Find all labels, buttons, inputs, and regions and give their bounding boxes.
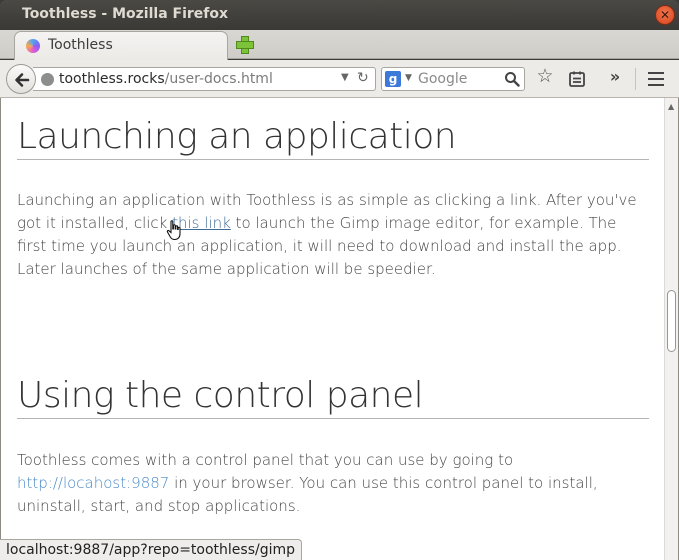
url-domain: toothless.rocks	[59, 71, 165, 87]
reload-icon[interactable]: ↻	[357, 70, 369, 86]
new-tab-plus-icon[interactable]	[236, 36, 254, 54]
google-icon[interactable]: g	[385, 71, 401, 87]
back-button[interactable]	[6, 64, 36, 94]
hand-pointer-cursor-icon	[166, 220, 181, 241]
heading-using-the-control-panel: Using the control panel	[17, 375, 649, 419]
url-history-dropdown-icon[interactable]: ▼	[341, 72, 349, 83]
globe-icon	[41, 73, 54, 86]
page-content: Launching an application Launching an ap…	[0, 98, 679, 560]
scroll-up-arrow-icon[interactable]: ▲	[668, 102, 674, 111]
url-bar[interactable]: toothless.rocks/user-docs.html ▼ ↻	[33, 67, 376, 91]
heading-launching-an-application: Launching an application	[17, 116, 649, 160]
url-path: /user-docs.html	[164, 71, 273, 87]
url-text[interactable]: toothless.rocks/user-docs.html	[59, 71, 273, 87]
tab-strip: Toothless	[0, 30, 679, 60]
back-arrow-icon	[15, 73, 30, 87]
bookmark-star-icon[interactable]: ☆	[535, 66, 555, 86]
hamburger-menu-icon[interactable]	[647, 69, 667, 89]
window-close-button[interactable]: ✕	[655, 5, 675, 25]
search-icon[interactable]	[504, 71, 520, 87]
overflow-chevron-icon[interactable]: »	[605, 67, 625, 87]
search-placeholder[interactable]: Google	[418, 71, 467, 87]
tab-label: Toothless	[48, 37, 113, 53]
para2-text-before: Toothless comes with a control panel tha…	[17, 451, 514, 469]
paragraph-control-panel: Toothless comes with a control panel tha…	[17, 449, 649, 518]
paragraph-launching: Launching an application with Toothless …	[17, 189, 649, 281]
window-titlebar: Toothless - Mozilla Firefox ✕	[0, 0, 679, 30]
scrollbar-thumb[interactable]	[667, 290, 676, 352]
navigation-toolbar: toothless.rocks/user-docs.html ▼ ↻ g ▼ G…	[0, 60, 679, 98]
tab-toothless[interactable]: Toothless	[14, 31, 228, 60]
toolbar-separator	[635, 68, 636, 90]
control-panel-link[interactable]: http://locahost:9887	[17, 474, 169, 492]
reading-list-icon[interactable]	[567, 69, 587, 89]
search-bar[interactable]: g ▼ Google	[381, 67, 525, 91]
toothless-favicon-icon	[26, 39, 40, 53]
search-engine-dropdown-icon[interactable]: ▼	[405, 73, 412, 83]
status-bar-link-url: localhost:9887/app?repo=toothless/gimp	[0, 539, 303, 560]
window-title: Toothless - Mozilla Firefox	[22, 6, 229, 22]
vertical-scrollbar[interactable]: ▲	[664, 98, 678, 560]
